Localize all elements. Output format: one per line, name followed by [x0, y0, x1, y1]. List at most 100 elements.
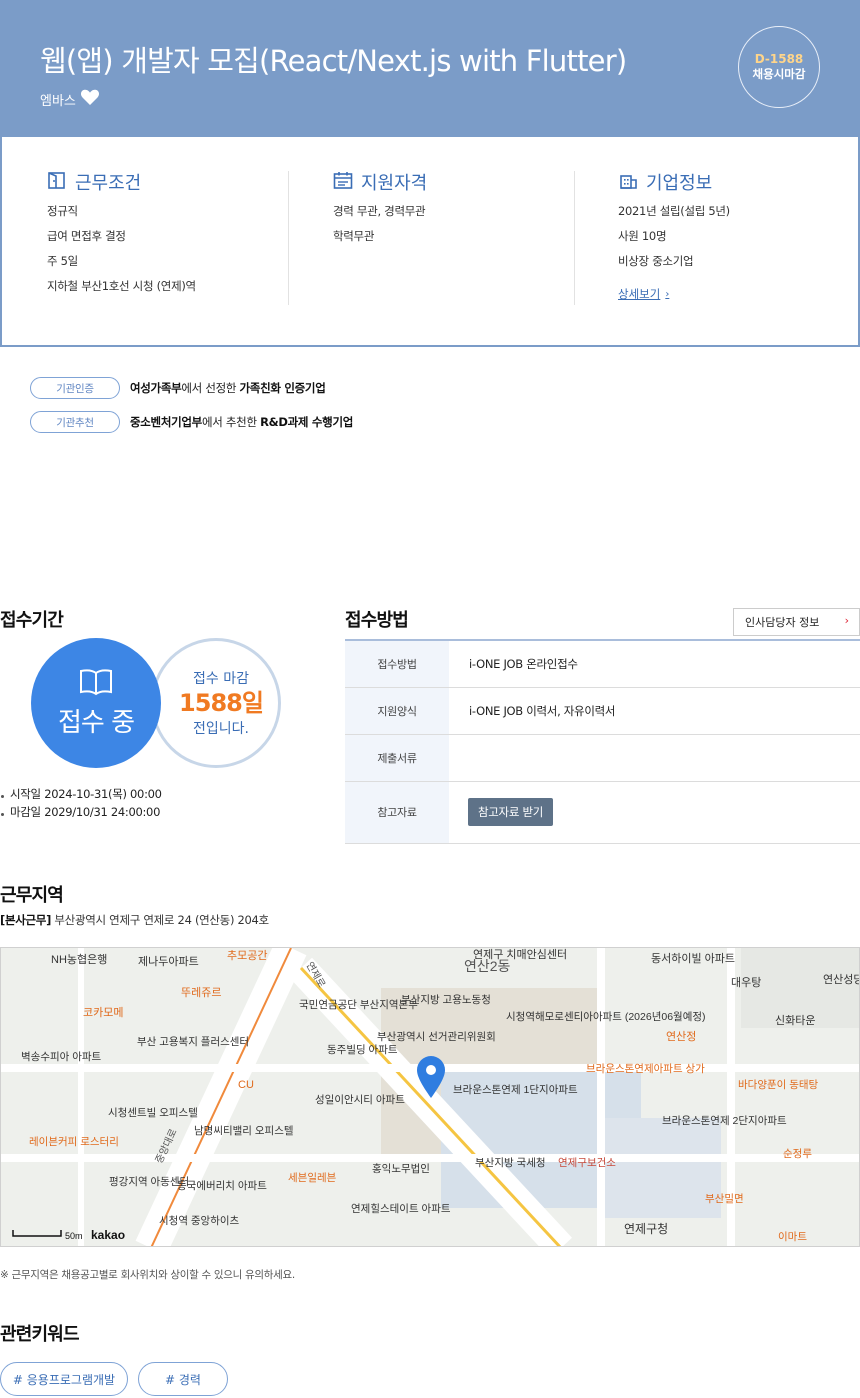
certification-mid: 에서 선정한 [181, 381, 240, 395]
work-address: [본사근무] 부산광역시 연제구 연제로 24 (연산동) 204호 [0, 912, 269, 928]
recommendation-name: R&D과제 수행기업 [260, 415, 354, 429]
map-label: 브라운스톤연제 1단지아파트 [453, 1084, 578, 1096]
hr-contact-label: 인사담당자 정보 [745, 616, 820, 629]
deadline-circle: 접수 마감 1588일 전입니다. [151, 638, 281, 768]
map-label: 동주빌딩 아파트 [327, 1044, 398, 1056]
map-label: 신화타운 [775, 1014, 815, 1027]
map-label: 연제힐스테이트 아파트 [351, 1202, 451, 1215]
map-label: 레이븐커피 로스터리 [29, 1136, 119, 1148]
table-row: 접수방법 i-ONE JOB 온라인접수 [345, 640, 860, 688]
chevron-right-icon: › [665, 288, 670, 300]
company-name[interactable]: 엠바스 [40, 90, 76, 109]
work-type: 정규직 [47, 204, 78, 218]
company-type: 비상장 중소기업 [618, 254, 694, 268]
address-text: 부산광역시 연제구 연제로 24 (연산동) 204호 [54, 913, 269, 927]
map-label: 벽송수피아 아파트 [21, 1051, 102, 1063]
qualifications-heading: 지원자격 [333, 170, 574, 195]
qualifications-title: 지원자격 [361, 173, 428, 194]
building-icon [618, 170, 638, 195]
certification-row: 기관인증 여성가족부에서 선정한 가족친화 인증기업 [30, 377, 326, 399]
company-detail-link[interactable]: 상세보기 › [618, 286, 669, 302]
map-label: 연제구청 [624, 1222, 668, 1236]
keyword-tag[interactable]: # 경력 [138, 1362, 228, 1396]
map-label: 부산 고용복지 플러스센터 [137, 1036, 249, 1048]
map-label: 대우탕 [731, 976, 761, 989]
map-label: 바다양푼이 동태탕 [738, 1079, 819, 1091]
certification-org: 여성가족부 [130, 381, 182, 395]
qualifications: 지원자격 경력 무관, 경력무관 학력무관 [333, 171, 575, 305]
map-disclaimer: ※ 근무지역은 채용공고별로 회사위치와 상이할 수 있으니 유의하세요. [0, 1269, 295, 1281]
map-label: 부산밀면 [705, 1193, 744, 1205]
row-label: 접수방법 [345, 640, 449, 688]
certification-text: 여성가족부에서 선정한 가족친화 인증기업 [130, 380, 326, 396]
table-row: 제출서류 [345, 734, 860, 782]
experience-requirement: 경력 무관, 경력무관 [333, 204, 426, 218]
education-requirement: 학력무관 [333, 229, 375, 243]
keywords-title: 관련키워드 [0, 1324, 80, 1345]
work-days: 주 5일 [47, 254, 78, 268]
dday-count: D-1588 [754, 52, 804, 66]
door-icon [47, 170, 67, 195]
hr-contact-button[interactable]: 인사담당자 정보 › [733, 608, 860, 636]
salary: 급여 면접후 결정 [47, 229, 126, 243]
row-value: i-ONE JOB 이력서, 자유이력서 [449, 687, 860, 735]
kakao-logo: kakao [91, 1228, 125, 1242]
map-label: 시청역 중앙하이츠 [159, 1214, 240, 1227]
deadline-type: 채용시마감 [752, 67, 806, 81]
row-label: 참고자료 [345, 781, 449, 844]
application-method-table: 접수방법 i-ONE JOB 온라인접수 지원양식 i-ONE JOB 이력서,… [345, 639, 860, 844]
work-conditions: 근무조건 정규직 급여 면접후 결정 주 5일 지하철 부산1호선 시청 (연제… [47, 171, 289, 305]
founded-year: 2021년 설립(설립 5년) [618, 204, 730, 218]
map-label: 연산성당 [823, 973, 860, 986]
map-label: 시청센트빌 오피스텔 [108, 1107, 198, 1119]
deadline-days: 1588일 [179, 689, 264, 717]
map-label: 이마트 [778, 1231, 807, 1243]
map-label: 성일이안시티 아파트 [315, 1093, 405, 1106]
period-dates: 시작일 2024-10-31(목) 00:00 마감일 2029/10/31 2… [0, 786, 162, 822]
map-label: 연산2동 [464, 958, 511, 974]
map-label: 코카모메 [83, 1006, 123, 1019]
address-tag: [본사근무] [0, 913, 52, 927]
heart-icon[interactable] [80, 88, 100, 110]
map-label: 제나두아파트 [138, 955, 199, 968]
subway-station: 지하철 부산1호선 시청 (연제)역 [47, 279, 196, 293]
job-title: 웹(앱) 개발자 모집(React/Next.js with Flutter) [40, 44, 627, 78]
end-date: 마감일 2029/10/31 24:00:00 [0, 804, 162, 822]
row-value: i-ONE JOB 온라인접수 [449, 640, 860, 688]
map-label: 연제구보건소 [558, 1157, 616, 1169]
deadline-top-text: 접수 마감 [193, 671, 249, 687]
dday-badge: D-1588 채용시마감 [738, 26, 820, 108]
deadline-bottom-text: 전입니다. [193, 721, 249, 737]
employee-count: 사원 10명 [618, 229, 667, 243]
map-label: 부산지방 고용노동청 [401, 994, 491, 1006]
company-info-title: 기업정보 [646, 173, 713, 194]
job-header: 웹(앱) 개발자 모집(React/Next.js with Flutter) … [0, 0, 860, 137]
map-label: 홍익노무법인 [372, 1162, 430, 1175]
company-info: 기업정보 2021년 설립(설립 5년) 사원 10명 비상장 중소기업 상세보… [618, 171, 848, 305]
map-label: 순정루 [783, 1148, 812, 1160]
method-title: 접수방법 [345, 610, 409, 631]
download-attachment-button[interactable]: 참고자료 받기 [468, 798, 554, 826]
chevron-right-icon: › [844, 614, 849, 627]
map-scale-label: 50m [65, 1231, 83, 1241]
map-label: 세븐일레븐 [288, 1171, 337, 1184]
location-map[interactable]: NH농협은행 제나두아파트 추모공간 연제구 치매안심센터 연산2동 동서하이빌… [0, 947, 860, 1247]
keyword-tag[interactable]: # 응용프로그램개발 [0, 1362, 128, 1396]
recommendation-text: 중소벤처기업부에서 추천한 R&D과제 수행기업 [130, 414, 353, 430]
map-label: 뚜레쥬르 [181, 986, 221, 999]
location-title: 근무지역 [0, 885, 64, 906]
recommendation-pill: 기관추천 [30, 411, 120, 433]
calendar-icon [333, 170, 353, 195]
map-label: 동서하이빌 아파트 [651, 951, 735, 965]
start-date: 시작일 2024-10-31(목) 00:00 [0, 786, 162, 804]
recommendation-mid: 에서 추천한 [201, 415, 261, 429]
map-label: 브라운스톤연제 2단지아파트 [662, 1115, 787, 1127]
table-row: 참고자료 참고자료 받기 [345, 781, 860, 844]
row-label: 지원양식 [345, 687, 449, 735]
work-conditions-heading: 근무조건 [47, 170, 288, 195]
recommendation-row: 기관추천 중소벤처기업부에서 추천한 R&D과제 수행기업 [30, 411, 353, 433]
status-circle: 접수 중 [31, 638, 161, 768]
company-row: 엠바스 [40, 88, 100, 110]
certification-name: 가족친화 인증기업 [239, 381, 326, 395]
row-value: 참고자료 받기 [449, 781, 860, 844]
